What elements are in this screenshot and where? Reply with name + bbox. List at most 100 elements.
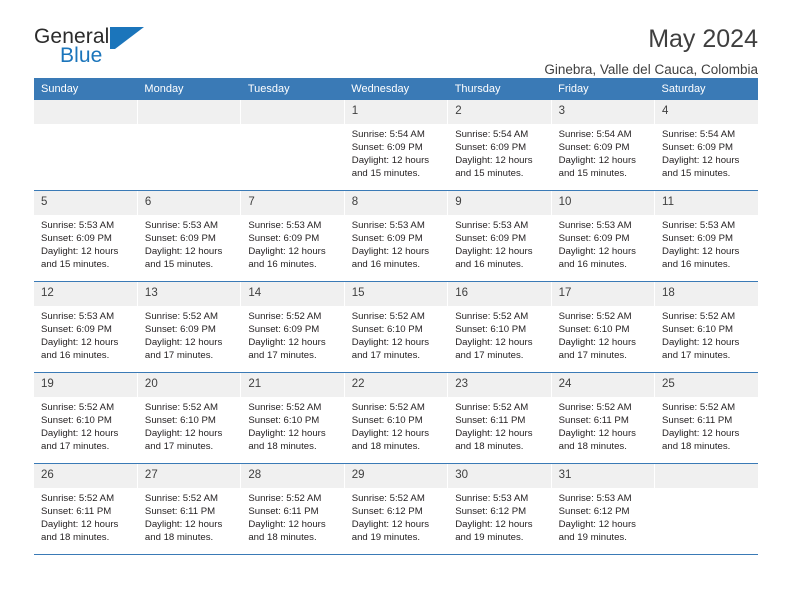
- sunrise-text: Sunrise: 5:53 AM: [662, 219, 736, 231]
- sunrise-text: Sunrise: 5:54 AM: [558, 128, 632, 140]
- day-info: Sunrise: 5:53 AM Sunset: 6:09 PM Daylight:…: [34, 215, 137, 272]
- sunrise-text: Sunrise: 5:52 AM: [558, 401, 632, 413]
- calendar-week-row: 1 Sunrise: 5:54 AM Sunset: 6:09 PM Daylight…: [34, 100, 758, 191]
- sunset-text: Sunset: 6:10 PM: [41, 414, 112, 426]
- daylight-text: Daylight: 12 hours and 16 minutes.: [248, 245, 326, 271]
- sunrise-text: Sunrise: 5:52 AM: [41, 492, 115, 504]
- calendar-cell-day-2[interactable]: 2 Sunrise: 5:54 AM Sunset: 6:09 PM Daylight…: [447, 100, 552, 191]
- calendar-cell-day-11[interactable]: 11 Sunrise: 5:53 AM Sunset: 6:09 PM Dayligh…: [654, 190, 758, 282]
- sunset-text: Sunset: 6:09 PM: [144, 323, 216, 335]
- day-info: Sunrise: 5:54 AM Sunset: 6:09 PM Daylight:…: [345, 124, 447, 181]
- calendar-cell-day-10[interactable]: 10 Sunrise: 5:53 AM Sunset: 6:09 PM Dayligh…: [551, 190, 656, 282]
- calendar-cell-day-14[interactable]: 14 Sunrise: 5:52 AM Sunset: 6:09 PM Dayligh…: [240, 281, 345, 373]
- calendar-cell-empty: [654, 463, 758, 555]
- calendar-cell-day-16[interactable]: 16 Sunrise: 5:52 AM Sunset: 6:10 PM Dayligh…: [447, 281, 552, 373]
- day-number: 27: [137, 464, 241, 488]
- sunrise-text: Sunrise: 5:53 AM: [455, 492, 529, 504]
- sunset-text: Sunset: 6:11 PM: [248, 505, 319, 517]
- sunset-text: Sunset: 6:10 PM: [558, 323, 630, 335]
- calendar-cell-day-20[interactable]: 20 Sunrise: 5:52 AM Sunset: 6:10 PM Dayligh…: [137, 372, 242, 464]
- sunset-text: Sunset: 6:10 PM: [144, 414, 216, 426]
- calendar-cell-day-4[interactable]: 4 Sunrise: 5:54 AM Sunset: 6:09 PM Daylight…: [654, 100, 758, 191]
- general-blue-logo: General Blue: [34, 26, 164, 72]
- day-number: 9: [448, 191, 551, 215]
- daylight-text: Daylight: 12 hours and 17 minutes.: [455, 336, 533, 362]
- day-info: Sunrise: 5:52 AM Sunset: 6:10 PM Daylight:…: [241, 397, 343, 454]
- sunset-text: Sunset: 6:10 PM: [248, 414, 320, 426]
- sunrise-text: Sunrise: 5:54 AM: [351, 128, 425, 140]
- calendar-cell-day-24[interactable]: 24 Sunrise: 5:52 AM Sunset: 6:11 PM Dayligh…: [551, 372, 656, 464]
- sunset-text: Sunset: 6:09 PM: [558, 141, 630, 153]
- daylight-text: Daylight: 12 hours and 17 minutes.: [662, 336, 740, 362]
- calendar-cell-day-31[interactable]: 31 Sunrise: 5:53 AM Sunset: 6:12 PM Dayligh…: [551, 463, 656, 555]
- sunrise-text: Sunrise: 5:53 AM: [455, 219, 529, 231]
- calendar-cell-day-30[interactable]: 30 Sunrise: 5:53 AM Sunset: 6:12 PM Dayligh…: [447, 463, 552, 555]
- weekday-headers: Sunday Monday Tuesday Wednesday Thursday Frid…: [34, 78, 758, 100]
- calendar-cell-day-8[interactable]: 8 Sunrise: 5:53 AM Sunset: 6:09 PM Daylight…: [344, 190, 449, 282]
- calendar-cell-day-9[interactable]: 9 Sunrise: 5:53 AM Sunset: 6:09 PM Daylight…: [447, 190, 552, 282]
- calendar-week-row: 26 Sunrise: 5:52 AM Sunset: 6:11 PM Dayligh…: [34, 463, 758, 555]
- day-info: Sunrise: 5:54 AM Sunset: 6:09 PM Daylight:…: [552, 124, 654, 181]
- sunrise-text: Sunrise: 5:52 AM: [455, 310, 529, 322]
- sunrise-text: Sunrise: 5:54 AM: [455, 128, 529, 140]
- weekday-header-sunday: Sunday: [34, 78, 138, 100]
- day-info: Sunrise: 5:52 AM Sunset: 6:10 PM Daylight:…: [34, 397, 137, 454]
- daylight-text: Daylight: 12 hours and 18 minutes.: [248, 518, 326, 544]
- calendar-cell-day-21[interactable]: 21 Sunrise: 5:52 AM Sunset: 6:10 PM Dayligh…: [240, 372, 345, 464]
- daylight-text: Daylight: 12 hours and 19 minutes.: [455, 518, 533, 544]
- sunset-text: Sunset: 6:10 PM: [351, 323, 423, 335]
- calendar-cell-day-7[interactable]: 7 Sunrise: 5:53 AM Sunset: 6:09 PM Daylight…: [240, 190, 345, 282]
- sunset-text: Sunset: 6:12 PM: [558, 505, 630, 517]
- sunset-text: Sunset: 6:09 PM: [41, 232, 112, 244]
- calendar-cell-day-29[interactable]: 29 Sunrise: 5:52 AM Sunset: 6:12 PM Dayligh…: [344, 463, 449, 555]
- daylight-text: Daylight: 12 hours and 16 minutes.: [558, 245, 636, 271]
- calendar-cell-day-27[interactable]: 27 Sunrise: 5:52 AM Sunset: 6:11 PM Dayligh…: [137, 463, 242, 555]
- sunrise-text: Sunrise: 5:52 AM: [248, 310, 322, 322]
- daylight-text: Daylight: 12 hours and 16 minutes.: [41, 336, 119, 362]
- calendar-cell-day-5[interactable]: 5 Sunrise: 5:53 AM Sunset: 6:09 PM Daylight…: [34, 190, 138, 282]
- daylight-text: Daylight: 12 hours and 17 minutes.: [351, 336, 430, 362]
- daylight-text: Daylight: 12 hours and 17 minutes.: [144, 336, 223, 362]
- day-number: 21: [241, 373, 344, 397]
- day-info: Sunrise: 5:52 AM Sunset: 6:10 PM Daylight:…: [448, 306, 550, 363]
- sunset-text: Sunset: 6:09 PM: [351, 141, 423, 153]
- calendar-cell-day-19[interactable]: 19 Sunrise: 5:52 AM Sunset: 6:10 PM Dayligh…: [34, 372, 138, 464]
- day-number: 12: [34, 282, 137, 306]
- calendar-page: General Blue May 2024 Ginebra, Valle del…: [0, 0, 792, 612]
- daylight-text: Daylight: 12 hours and 15 minutes.: [144, 245, 223, 271]
- page-title: May 2024: [648, 25, 758, 53]
- calendar-cell-day-13[interactable]: 13 Sunrise: 5:52 AM Sunset: 6:09 PM Dayligh…: [137, 281, 242, 373]
- calendar-cell-day-25[interactable]: 25 Sunrise: 5:52 AM Sunset: 6:11 PM Dayligh…: [654, 372, 758, 464]
- day-info: Sunrise: 5:52 AM Sunset: 6:10 PM Daylight:…: [345, 306, 447, 363]
- day-info: Sunrise: 5:52 AM Sunset: 6:10 PM Daylight:…: [552, 306, 654, 363]
- calendar-cell-day-6[interactable]: 6 Sunrise: 5:53 AM Sunset: 6:09 PM Daylight…: [137, 190, 242, 282]
- calendar-cell-day-26[interactable]: 26 Sunrise: 5:52 AM Sunset: 6:11 PM Dayligh…: [34, 463, 138, 555]
- sunrise-text: Sunrise: 5:52 AM: [41, 401, 115, 413]
- calendar-cell-day-23[interactable]: 23 Sunrise: 5:52 AM Sunset: 6:11 PM Dayligh…: [447, 372, 552, 464]
- sunset-text: Sunset: 6:11 PM: [41, 505, 112, 517]
- calendar-cell-day-3[interactable]: 3 Sunrise: 5:54 AM Sunset: 6:09 PM Daylight…: [551, 100, 656, 191]
- calendar-cell-empty: [240, 100, 345, 191]
- calendar-cell-day-17[interactable]: 17 Sunrise: 5:52 AM Sunset: 6:10 PM Dayligh…: [551, 281, 656, 373]
- calendar-cell-day-28[interactable]: 28 Sunrise: 5:52 AM Sunset: 6:11 PM Dayligh…: [240, 463, 345, 555]
- daylight-text: Daylight: 12 hours and 15 minutes.: [41, 245, 119, 271]
- calendar-cell-day-12[interactable]: 12 Sunrise: 5:53 AM Sunset: 6:09 PM Dayligh…: [34, 281, 138, 373]
- sunrise-text: Sunrise: 5:52 AM: [144, 310, 218, 322]
- calendar-cell-day-18[interactable]: 18 Sunrise: 5:52 AM Sunset: 6:10 PM Dayligh…: [654, 281, 758, 373]
- day-info: Sunrise: 5:54 AM Sunset: 6:09 PM Daylight:…: [448, 124, 550, 181]
- calendar-cell-day-1[interactable]: 1 Sunrise: 5:54 AM Sunset: 6:09 PM Daylight…: [344, 100, 449, 191]
- daylight-text: Daylight: 12 hours and 18 minutes.: [662, 427, 740, 453]
- calendar-cell-day-22[interactable]: 22 Sunrise: 5:52 AM Sunset: 6:10 PM Dayligh…: [344, 372, 449, 464]
- logo-triangle-shape: [115, 27, 144, 49]
- sunrise-text: Sunrise: 5:52 AM: [248, 492, 322, 504]
- day-info: Sunrise: 5:52 AM Sunset: 6:10 PM Daylight:…: [138, 397, 240, 454]
- day-info: Sunrise: 5:52 AM Sunset: 6:09 PM Daylight:…: [241, 306, 343, 363]
- page-header: General Blue May 2024 Ginebra, Valle del…: [34, 0, 758, 76]
- weekday-header-thursday: Thursday: [447, 78, 552, 100]
- day-info: Sunrise: 5:53 AM Sunset: 6:12 PM Daylight:…: [448, 488, 550, 545]
- day-info: Sunrise: 5:53 AM Sunset: 6:09 PM Daylight:…: [34, 306, 137, 363]
- sunset-text: Sunset: 6:11 PM: [662, 414, 733, 426]
- day-info: Sunrise: 5:52 AM Sunset: 6:11 PM Daylight:…: [552, 397, 654, 454]
- daylight-text: Daylight: 12 hours and 16 minutes.: [455, 245, 533, 271]
- calendar-cell-day-15[interactable]: 15 Sunrise: 5:52 AM Sunset: 6:10 PM Dayligh…: [344, 281, 449, 373]
